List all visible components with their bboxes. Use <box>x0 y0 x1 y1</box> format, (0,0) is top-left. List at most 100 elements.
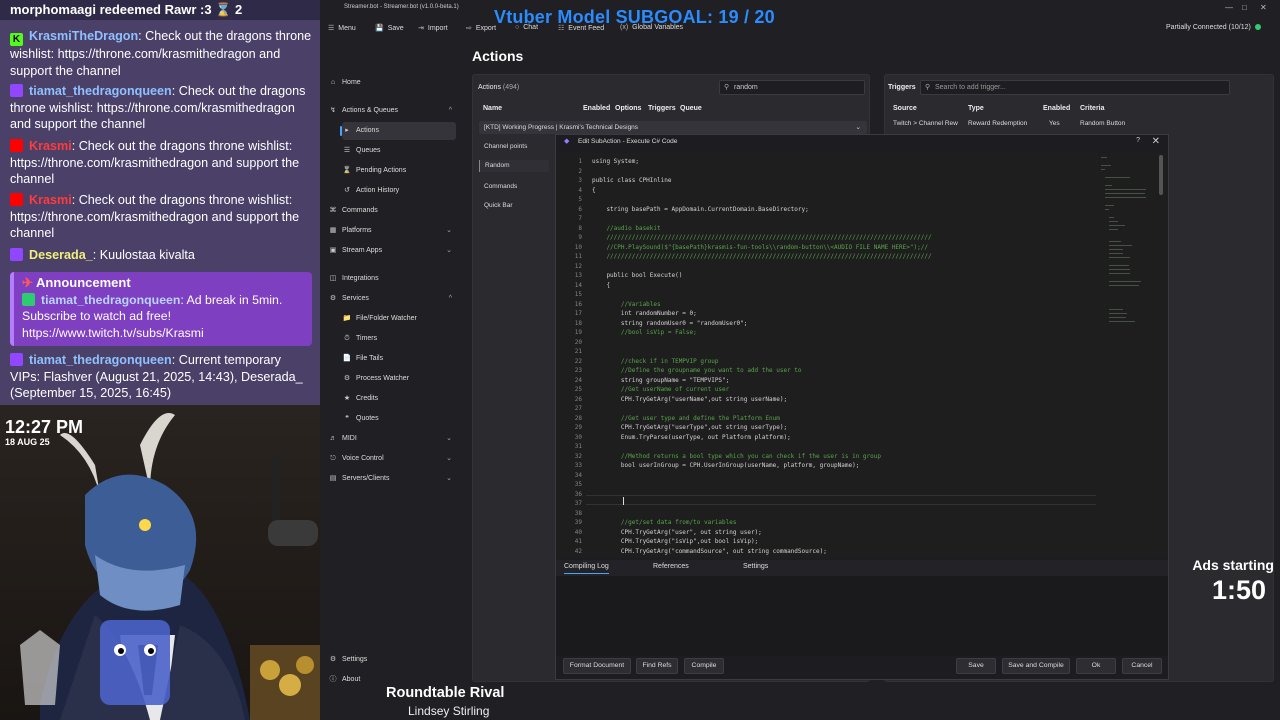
column-header-enabled[interactable]: Enabled <box>583 105 610 112</box>
sidebar-item-label: Servers/Clients <box>342 475 390 482</box>
tab-compiling-log[interactable]: Compiling Log <box>564 563 609 574</box>
sidebar-item-platforms[interactable]: ▦ Platforms ⌄ <box>328 222 456 240</box>
integrations-icon: ◫ <box>329 275 337 282</box>
minimap-line <box>1109 269 1130 270</box>
kick-icon: K <box>10 33 23 46</box>
history-icon: ↺ <box>344 187 350 194</box>
code-line: { <box>592 186 596 194</box>
code-line: //check if in TEMPVIP group <box>592 357 719 365</box>
column-header-enabled[interactable]: Enabled <box>1043 105 1070 112</box>
minimap-line <box>1109 265 1129 266</box>
chevron-up-icon: ^ <box>448 295 452 302</box>
actions-search-input[interactable]: ⚲ random <box>719 80 865 95</box>
export-button[interactable]: ⇨ Export <box>466 24 496 32</box>
chevron-down-icon: ⌄ <box>855 124 861 131</box>
code-line: //Get userName of current user <box>592 386 730 393</box>
column-header-options[interactable]: Options <box>615 105 641 112</box>
sidebar-item-process-watcher[interactable]: ⚙ Process Watcher <box>342 370 456 388</box>
minimize-icon[interactable]: — <box>1225 3 1233 12</box>
format-document-button[interactable]: Format Document <box>563 658 631 674</box>
sidebar-item-midi[interactable]: ♬ MIDI ⌄ <box>328 430 456 448</box>
subgroup-quick-bar[interactable]: Quick Bar <box>484 202 513 209</box>
sidebar-item-label: Home <box>342 79 361 86</box>
save-button[interactable]: 💾 Save <box>375 24 404 32</box>
trigger-row[interactable]: Twitch > Channel Rew Reward Redemption Y… <box>889 118 1269 130</box>
sidebar-item-actions-queues[interactable]: ↯ Actions & Queues ^ <box>328 102 456 120</box>
line-number: 7 <box>578 215 582 222</box>
process-icon: ⚙ <box>343 375 351 382</box>
minimap-line <box>1105 205 1115 206</box>
sidebar-item-services[interactable]: ⚙ Services ^ <box>328 290 456 308</box>
dialog-close-icon[interactable]: ✕ <box>1152 136 1160 147</box>
sidebar-item-credits[interactable]: ★ Credits <box>342 390 456 408</box>
close-icon[interactable]: ✕ <box>1260 3 1267 12</box>
sidebar-item-home[interactable]: ⌂ Home <box>328 74 456 92</box>
sidebar-item-file-folder-watcher[interactable]: 📁 File/Folder Watcher <box>342 310 456 328</box>
sidebar-item-commands[interactable]: ⌘ Commands <box>328 202 456 220</box>
sidebar-item-voice-control[interactable]: ⎋ Voice Control ⌄ <box>328 450 456 468</box>
trigger-search-input[interactable]: ⚲ Search to add trigger... <box>920 80 1230 95</box>
subgroup-channel-points[interactable]: Channel points <box>484 143 527 150</box>
column-header-type[interactable]: Type <box>968 105 984 112</box>
line-number: 13 <box>574 272 582 279</box>
toolbar: ☰ Menu 💾 Save ⇥ Import ⇨ Export ○ Chat ☷ Event… <box>320 21 1280 39</box>
column-header-queue[interactable]: Queue <box>680 105 702 112</box>
column-header-triggers[interactable]: Triggers <box>648 105 676 112</box>
minimap-line <box>1101 165 1111 166</box>
line-number: 8 <box>578 224 582 232</box>
maximize-icon[interactable]: □ <box>1242 3 1247 12</box>
find-refs-button[interactable]: Find Refs <box>636 658 678 674</box>
subgroup-commands[interactable]: Commands <box>484 183 517 190</box>
sidebar-item-actions[interactable]: ▸ Actions <box>340 122 456 140</box>
ads-label: Ads starting <box>1192 557 1274 573</box>
tab-settings[interactable]: Settings <box>743 563 768 570</box>
sidebar-item-queues[interactable]: ☰ Queues <box>342 142 456 160</box>
action-row-random[interactable]: Random <box>479 160 549 172</box>
sidebar-item-servers-clients[interactable]: ▤ Servers/Clients ⌄ <box>328 470 456 488</box>
event-feed-button[interactable]: ☷ Event Feed <box>558 24 604 32</box>
save-button[interactable]: Save <box>956 658 996 674</box>
feed-icon: ☷ <box>558 25 565 32</box>
save-and-compile-button[interactable]: Save and Compile <box>1002 658 1070 674</box>
sidebar-item-action-history[interactable]: ↺ Action History <box>342 182 456 200</box>
line-number: 32 <box>574 452 582 460</box>
code-line: Enum.TryParse(userType, out Platform pla… <box>592 433 791 441</box>
chevron-down-icon: ⌄ <box>446 435 452 442</box>
column-header-name[interactable]: Name <box>483 105 502 112</box>
column-header-criteria[interactable]: Criteria <box>1080 105 1105 112</box>
help-icon[interactable]: ? <box>1136 137 1140 144</box>
sidebar-item-quotes[interactable]: ❝ Quotes <box>342 410 456 428</box>
sidebar-item-pending-actions[interactable]: ⌛ Pending Actions <box>342 162 456 180</box>
line-number: 36 <box>574 490 582 498</box>
menu-button[interactable]: ☰ Menu <box>328 24 356 32</box>
column-header-source[interactable]: Source <box>893 105 917 112</box>
connection-status[interactable]: Partially Connected (10/12) <box>1166 24 1261 31</box>
trigger-criteria: Random Button <box>1080 120 1126 127</box>
line-number: 20 <box>574 338 582 346</box>
announcement-body: tiamat_thedragonqueen: Ad break in 5min.… <box>22 292 300 342</box>
code-minimap[interactable] <box>1101 155 1156 545</box>
sidebar-item-timers[interactable]: ⏱ Timers <box>342 330 456 348</box>
action-group-row[interactable]: [KTD] Working Progress | Krasmi's Techni… <box>479 121 867 134</box>
minimap-line <box>1105 189 1146 190</box>
sidebar-item-settings[interactable]: ⚙ Settings <box>328 651 456 669</box>
chat-button[interactable]: ○ Chat <box>515 24 538 31</box>
minimap-line <box>1109 229 1119 230</box>
line-number: 38 <box>574 509 582 517</box>
code-editor[interactable]: 1 using System; 2 3 public class CPHInline 4{… <box>556 153 1168 558</box>
save-label: Save <box>387 25 404 32</box>
tab-references[interactable]: References <box>653 563 689 570</box>
sidebar-item-file-tails[interactable]: 📄 File Tails <box>342 350 456 368</box>
compile-button[interactable]: Compile <box>684 658 724 674</box>
sidebar-item-integrations[interactable]: ◫ Integrations <box>328 270 456 288</box>
export-icon: ⇨ <box>466 25 472 32</box>
sidebar-item-stream-apps[interactable]: ▣ Stream Apps ⌄ <box>328 242 456 260</box>
ok-button[interactable]: Ok <box>1076 658 1116 674</box>
global-variables-button[interactable]: (x) Global Variables <box>620 24 683 31</box>
sidebar: ⌂ Home ↯ Actions & Queues ^ ▸ Actions ☰ Queue… <box>320 70 460 690</box>
hamburger-icon: ☰ <box>328 25 335 32</box>
cancel-button[interactable]: Cancel <box>1122 658 1162 674</box>
import-button[interactable]: ⇥ Import <box>418 24 448 32</box>
editor-scrollbar[interactable] <box>1159 155 1163 195</box>
minimap-line <box>1109 241 1122 242</box>
